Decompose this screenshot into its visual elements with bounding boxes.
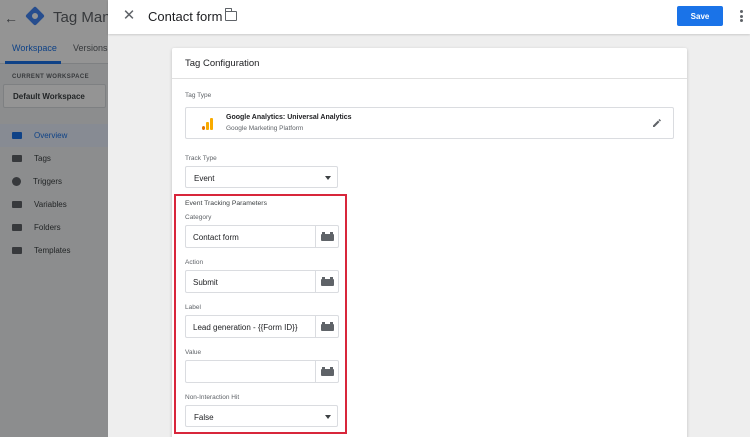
value-label: Value xyxy=(185,349,202,356)
variable-brick-icon xyxy=(321,367,334,376)
value-input[interactable] xyxy=(185,360,316,383)
track-type-label: Track Type xyxy=(185,155,217,162)
category-input[interactable]: Contact form xyxy=(185,225,316,248)
edit-pencil-icon[interactable] xyxy=(652,118,662,128)
chevron-down-icon xyxy=(325,415,331,419)
google-analytics-icon xyxy=(202,118,214,130)
track-type-select[interactable]: Event xyxy=(185,166,338,188)
action-value: Submit xyxy=(193,278,218,287)
action-field: Submit xyxy=(185,270,339,293)
action-label: Action xyxy=(185,259,204,266)
label-input[interactable]: Lead generation - {{Form ID}} xyxy=(185,315,316,338)
tag-editor-sheet: ✕ Contact form Save Tag Configuration Ta… xyxy=(108,0,750,437)
action-input[interactable]: Submit xyxy=(185,270,316,293)
close-icon[interactable]: ✕ xyxy=(122,8,136,24)
category-variable-button[interactable] xyxy=(316,225,339,248)
category-value: Contact form xyxy=(193,233,239,242)
card-title: Tag Configuration xyxy=(172,48,687,79)
variable-brick-icon xyxy=(321,277,334,286)
track-type-value: Event xyxy=(194,174,215,183)
value-variable-button[interactable] xyxy=(316,360,339,383)
value-field xyxy=(185,360,339,383)
non-interaction-value: False xyxy=(194,413,214,422)
category-label: Category xyxy=(185,214,212,221)
tag-type-vendor: Google Marketing Platform xyxy=(226,125,304,132)
action-variable-button[interactable] xyxy=(316,270,339,293)
tag-type-label: Tag Type xyxy=(185,92,212,99)
category-field: Contact form xyxy=(185,225,339,248)
sheet-header: ✕ Contact form Save xyxy=(108,0,750,34)
label-field: Lead generation - {{Form ID}} xyxy=(185,315,339,338)
more-vert-icon[interactable] xyxy=(738,8,744,24)
save-button[interactable]: Save xyxy=(677,6,723,26)
tag-type-selector[interactable]: Google Analytics: Universal Analytics Go… xyxy=(185,107,674,139)
chevron-down-icon xyxy=(325,176,331,180)
event-tracking-section-title: Event Tracking Parameters xyxy=(185,200,267,207)
folder-icon[interactable] xyxy=(224,8,237,21)
variable-brick-icon xyxy=(321,322,334,331)
tag-configuration-card: Tag Configuration Tag Type Google Analyt… xyxy=(172,48,687,437)
tag-name-title[interactable]: Contact form xyxy=(148,9,222,24)
label-variable-button[interactable] xyxy=(316,315,339,338)
non-interaction-select[interactable]: False xyxy=(185,405,338,427)
label-value: Lead generation - {{Form ID}} xyxy=(193,323,298,332)
label-label: Label xyxy=(185,304,201,311)
tag-type-name: Google Analytics: Universal Analytics xyxy=(226,114,352,121)
variable-brick-icon xyxy=(321,232,334,241)
non-interaction-label: Non-Interaction Hit xyxy=(185,394,240,401)
